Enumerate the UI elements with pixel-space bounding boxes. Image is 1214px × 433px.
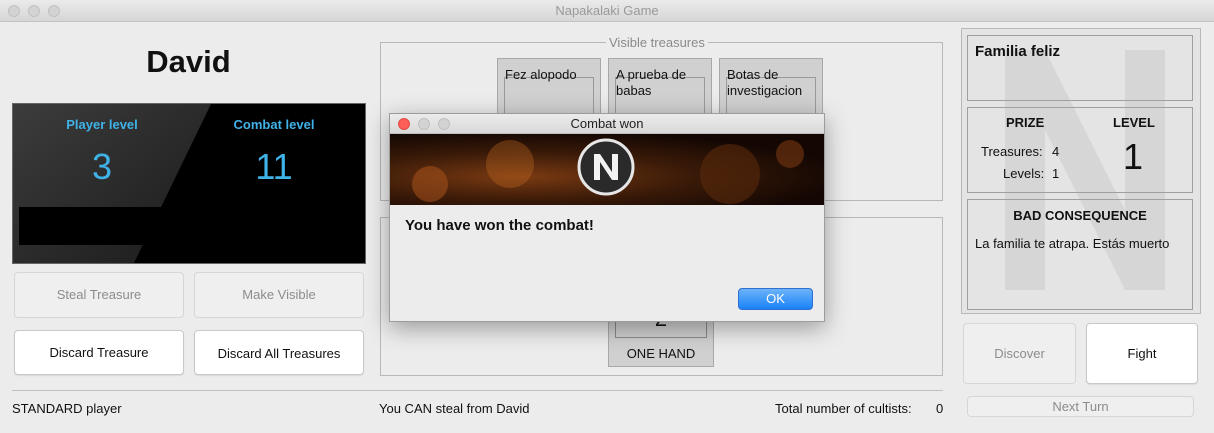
dialog-title: Combat won [570,116,644,131]
napakalaki-logo-icon [412,138,804,204]
stats-black-bar [19,207,209,245]
dialog-minimize-button[interactable] [418,118,430,130]
monster-prize-box: PRIZE LEVEL Treasures: 4 Levels: 1 1 [967,107,1193,193]
level-label: LEVEL [1113,115,1155,130]
cultists-label: Total number of cultists: [775,401,912,416]
treasure-card[interactable]: Botas de investigacion [719,58,823,118]
visible-treasures-legend: Visible treasures [606,35,708,50]
combat-won-dialog: Combat won You have won the combat! OK [389,113,825,322]
make-visible-button[interactable]: Make Visible [194,272,364,318]
cultists-count: 0 [936,401,944,416]
treasures-value: 4 [1052,144,1060,159]
dialog-banner [390,134,824,205]
main-window: Napakalaki Game David Player level 3 Com… [0,0,1214,433]
discard-all-treasures-button[interactable]: Discard All Treasures [194,330,364,375]
bad-consequence-text: La familia te atrapa. Estás muerto [975,236,1170,251]
player-level-label: Player level [66,117,138,132]
steal-treasure-button[interactable]: Steal Treasure [14,272,184,318]
window-title: Napakalaki Game [555,3,659,18]
dialog-close-button[interactable] [398,118,410,130]
levels-value: 1 [1052,166,1060,181]
dialog-title-bar: Combat won [390,114,824,134]
zoom-window-button[interactable] [48,5,60,17]
monster-level-value: 1 [1123,136,1144,177]
prize-label: PRIZE [1006,115,1045,130]
levels-label: Levels: [1003,166,1045,181]
treasure-card-name: Botas de investigacion [727,67,803,98]
player-type-status: STANDARD player [12,401,122,416]
treasure-card-name: Fez alopodo [505,67,577,82]
card-type: ONE HAND [626,346,696,361]
close-window-button[interactable] [8,5,20,17]
status-separator [12,390,943,391]
bad-consequence-box: BAD CONSEQUENCE La familia te atrapa. Es… [967,199,1193,310]
treasure-card-name: A prueba de babas [616,67,687,98]
monster-name: Familia feliz [975,43,1061,60]
dialog-message: You have won the combat! [405,217,594,234]
card-frame [504,77,594,117]
minimize-window-button[interactable] [28,5,40,17]
treasures-label: Treasures: [981,144,1043,159]
ok-button[interactable]: OK [738,288,813,310]
steal-status: You CAN steal from David [379,401,530,416]
discover-button[interactable]: Discover [963,323,1076,384]
fight-button[interactable]: Fight [1086,323,1198,384]
player-stats-panel: Player level 3 Combat level 11 [12,103,366,264]
title-bar: Napakalaki Game [0,0,1214,22]
player-name: David [146,44,231,79]
dialog-zoom-button[interactable] [438,118,450,130]
discard-treasure-button[interactable]: Discard Treasure [14,330,184,375]
combat-level-value: 11 [255,146,293,187]
combat-level-label: Combat level [233,117,315,132]
next-turn-button[interactable]: Next Turn [967,396,1194,417]
player-level-value: 3 [91,146,113,187]
bad-consequence-label: BAD CONSEQUENCE [1013,208,1147,223]
treasure-card[interactable]: A prueba de babas [608,58,712,118]
monster-name-box: Familia feliz [967,35,1193,101]
treasure-card[interactable]: Fez alopodo [497,58,601,118]
